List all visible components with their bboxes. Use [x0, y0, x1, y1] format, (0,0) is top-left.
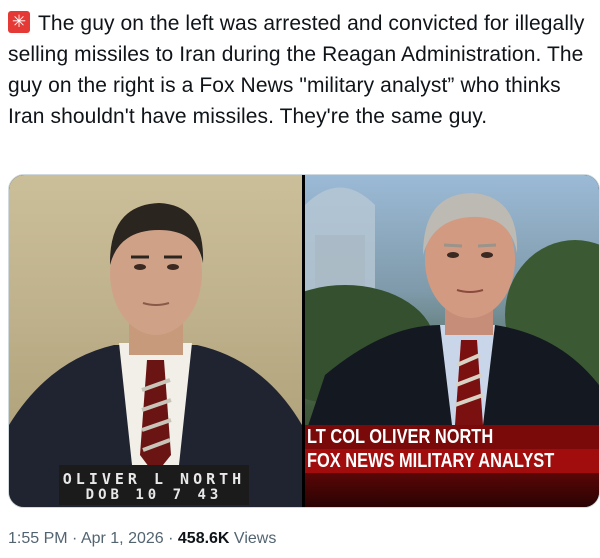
- news-photo[interactable]: LT COL OLIVER NORTH FOX NEWS MILITARY AN…: [305, 175, 599, 507]
- placard-dob: DOB 10 7 43: [85, 487, 223, 503]
- chyron-title: FOX NEWS MILITARY ANALYST: [307, 450, 555, 472]
- chyron-lower-band: [305, 473, 599, 507]
- tweet-text: The guy on the left was arrested and con…: [8, 8, 592, 132]
- chyron-title-bar: FOX NEWS MILITARY ANALYST: [305, 449, 599, 473]
- mugshot-photo[interactable]: OLIVER L NORTH DOB 10 7 43: [9, 175, 302, 507]
- placard-name: OLIVER L NORTH: [62, 470, 246, 488]
- separator: ·: [163, 530, 178, 547]
- siren-icon: [8, 11, 30, 33]
- mugshot-illustration: [9, 203, 302, 507]
- views-count[interactable]: 458.6K: [178, 530, 230, 547]
- views-label: Views: [229, 530, 277, 547]
- chyron-name: LT COL OLIVER NORTH: [307, 426, 494, 448]
- tweet-time[interactable]: 1:55 PM: [8, 530, 68, 547]
- separator: ·: [67, 530, 81, 547]
- tweet-media[interactable]: OLIVER L NORTH DOB 10 7 43 LT COL OLIVER…: [8, 174, 600, 508]
- tweet-metadata: 1:55 PM · Apr 1, 2026 · 458.6K Views: [8, 530, 276, 548]
- booking-placard: OLIVER L NORTH DOB 10 7 43: [59, 465, 249, 505]
- chyron-name-bar: LT COL OLIVER NORTH: [305, 425, 599, 449]
- tweet-body: The guy on the left was arrested and con…: [8, 12, 585, 128]
- tweet-date[interactable]: Apr 1, 2026: [81, 530, 164, 547]
